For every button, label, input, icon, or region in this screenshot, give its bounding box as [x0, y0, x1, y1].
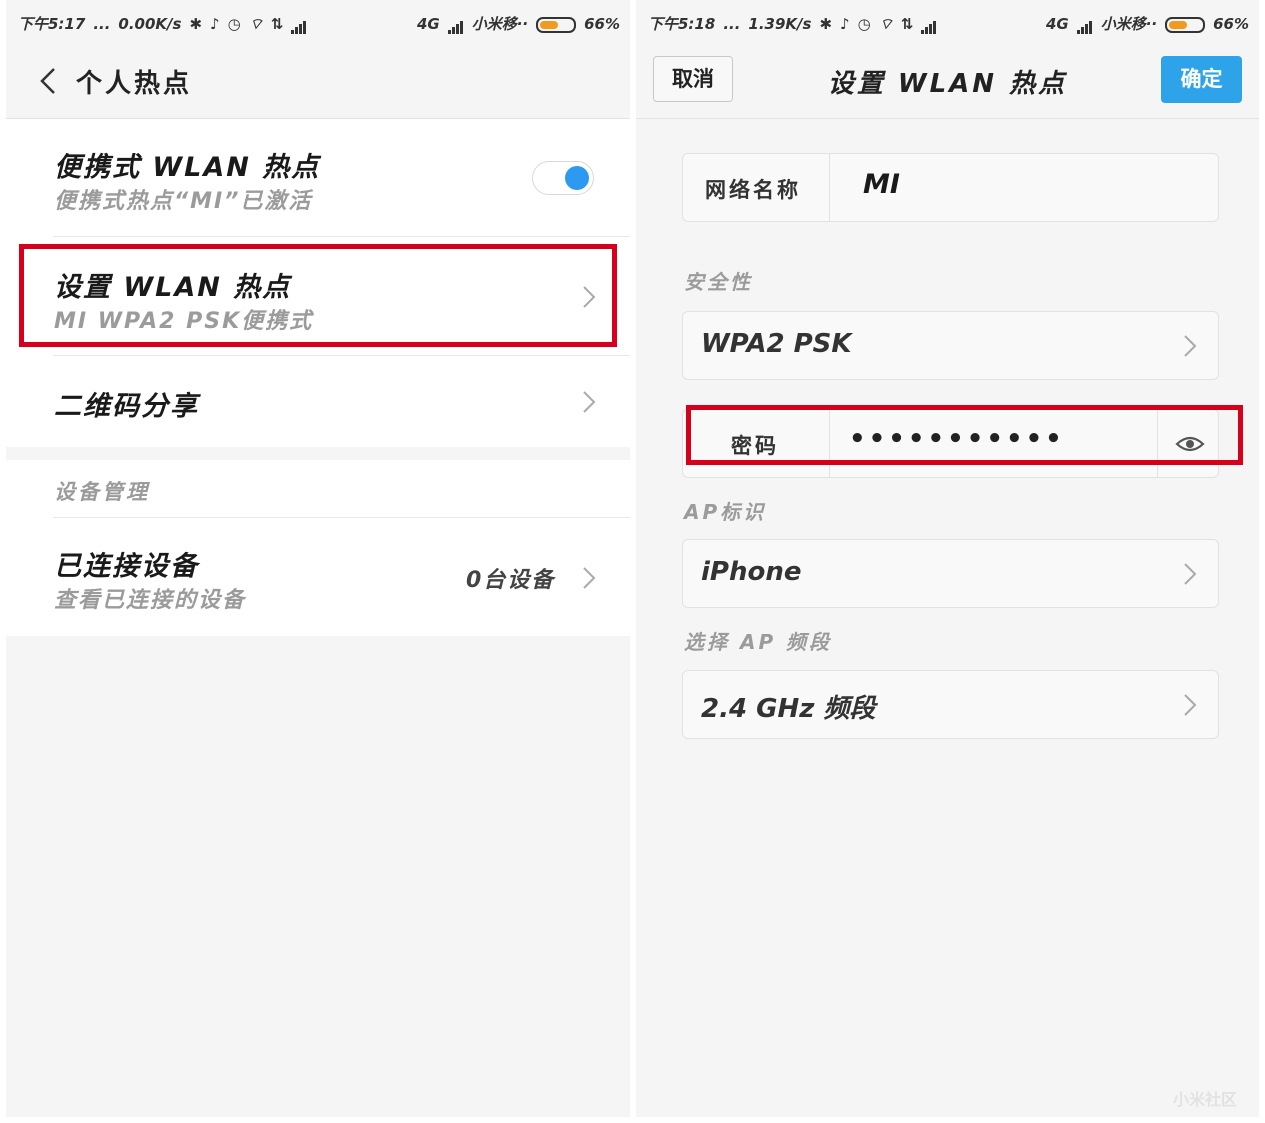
hotspot-subtitle: 便携式热点“MI”已激活 — [54, 189, 313, 214]
wifi-icon: ⌔ — [878, 15, 893, 33]
connected-devices-subtitle: 查看已连接的设备 — [54, 588, 247, 613]
password-field[interactable]: 密码 ••••••••••• — [682, 409, 1219, 478]
toggle-knob — [565, 166, 589, 190]
setup-hotspot-title: 设置 WLAN 热点 — [54, 272, 292, 303]
hotspot-toggle-switch[interactable] — [532, 161, 594, 195]
qr-share-title: 二维码分享 — [54, 391, 199, 422]
screen-setup-wlan-hotspot: 下午5:18... 1.39K/s ✱ ♪ ◷ ⌔ ⇅ 4G 小米移·· 66% 取消 设置 W… — [636, 0, 1259, 1117]
connected-devices-count: 0台设备 — [466, 568, 556, 593]
chevron-right-icon — [1184, 335, 1197, 357]
bluetooth-icon: ✱ — [819, 15, 833, 33]
chevron-right-icon — [583, 286, 596, 308]
network-name-input[interactable]: MI — [863, 169, 900, 200]
confirm-button[interactable]: 确定 — [1161, 56, 1242, 103]
battery-icon — [1165, 16, 1206, 33]
data-transfer-icon: ⇅ — [900, 15, 914, 33]
mute-icon: ♪ — [210, 15, 220, 33]
screen-personal-hotspot: 下午5:17... 0.00K/s ✱ ♪ ◷ ⌔ ⇅ 4G 小米移·· 66% 个人热点 便携… — [6, 0, 630, 1117]
device-management-label: 设备管理 — [54, 480, 150, 504]
hotspot-toggle-row[interactable]: 便携式 WLAN 热点 便携式热点“MI”已激活 — [6, 119, 630, 237]
data-transfer-icon: ⇅ — [270, 15, 284, 33]
device-management-group: 设备管理 已连接设备 查看已连接的设备 0台设备 — [6, 460, 630, 636]
setup-hotspot-subtitle: MI WPA2 PSK便携式 — [54, 309, 314, 334]
status-time: 下午5:17 — [18, 15, 86, 33]
wifi-icon: ⌔ — [248, 15, 263, 33]
eye-icon[interactable] — [1175, 434, 1205, 454]
connected-devices-row[interactable]: 已连接设备 查看已连接的设备 0台设备 — [6, 518, 630, 636]
back-arrow-icon[interactable] — [36, 66, 60, 96]
status-bar: 下午5:17... 0.00K/s ✱ ♪ ◷ ⌔ ⇅ 4G 小米移·· 66% — [6, 0, 630, 44]
network-speed: 1.39K/s — [748, 15, 812, 33]
header: 取消 设置 WLAN 热点 确定 — [636, 44, 1259, 119]
hotspot-title: 便携式 WLAN 热点 — [54, 152, 321, 183]
security-select[interactable]: WPA2 PSK — [682, 311, 1219, 380]
status-more-dots: ... — [93, 15, 111, 33]
alarm-icon: ◷ — [857, 15, 871, 33]
mute-icon: ♪ — [840, 15, 850, 33]
status-bar: 下午5:18... 1.39K/s ✱ ♪ ◷ ⌔ ⇅ 4G 小米移·· 66% — [636, 0, 1259, 44]
network-name-label: 网络名称 — [705, 178, 801, 202]
password-label: 密码 — [731, 434, 779, 458]
status-time: 下午5:18 — [648, 15, 716, 33]
chevron-right-icon — [583, 391, 596, 413]
ap-band-select[interactable]: 2.4 GHz 频段 — [682, 670, 1219, 739]
carrier-name: 小米移·· — [471, 15, 529, 33]
page-title: 个人热点 — [76, 69, 193, 99]
signal-icon-2 — [447, 16, 464, 34]
chevron-right-icon — [1184, 563, 1197, 585]
field-divider — [829, 154, 830, 221]
network-type: 4G — [1045, 15, 1069, 33]
hotspot-settings-group: 便携式 WLAN 热点 便携式热点“MI”已激活 设置 WLAN 热点 MI W… — [6, 119, 630, 447]
network-speed: 0.00K/s — [118, 15, 182, 33]
security-label: 安全性 — [684, 270, 753, 294]
ap-band-value: 2.4 GHz 频段 — [701, 694, 876, 724]
battery-level: 66% — [584, 15, 620, 33]
chevron-right-icon — [583, 567, 596, 589]
battery-icon — [536, 16, 577, 33]
bluetooth-icon: ✱ — [189, 15, 203, 33]
ap-band-label: 选择 AP 频段 — [684, 630, 833, 654]
network-type: 4G — [416, 15, 440, 33]
chevron-right-icon — [1184, 694, 1197, 716]
watermark: 小米社区 — [1173, 1090, 1238, 1109]
field-divider-2 — [1157, 410, 1158, 477]
carrier-name: 小米移·· — [1100, 15, 1158, 33]
network-name-field[interactable]: 网络名称 MI — [682, 153, 1219, 222]
signal-icon-2 — [1076, 16, 1093, 34]
ap-id-label: AP标识 — [684, 500, 767, 524]
status-more-dots: ... — [723, 15, 741, 33]
header: 个人热点 — [6, 44, 630, 119]
qr-share-row[interactable]: 二维码分享 — [6, 356, 630, 447]
battery-level: 66% — [1213, 15, 1249, 33]
signal-icon — [921, 16, 937, 34]
password-input[interactable]: ••••••••••• — [849, 424, 1065, 454]
connected-devices-title: 已连接设备 — [54, 551, 199, 582]
ap-id-value: iPhone — [701, 557, 802, 587]
setup-wlan-hotspot-row[interactable]: 设置 WLAN 热点 MI WPA2 PSK便携式 — [6, 237, 630, 356]
security-value: WPA2 PSK — [701, 329, 852, 359]
field-divider — [829, 410, 830, 477]
alarm-icon: ◷ — [227, 15, 241, 33]
ap-id-select[interactable]: iPhone — [682, 539, 1219, 608]
signal-icon — [291, 16, 307, 34]
